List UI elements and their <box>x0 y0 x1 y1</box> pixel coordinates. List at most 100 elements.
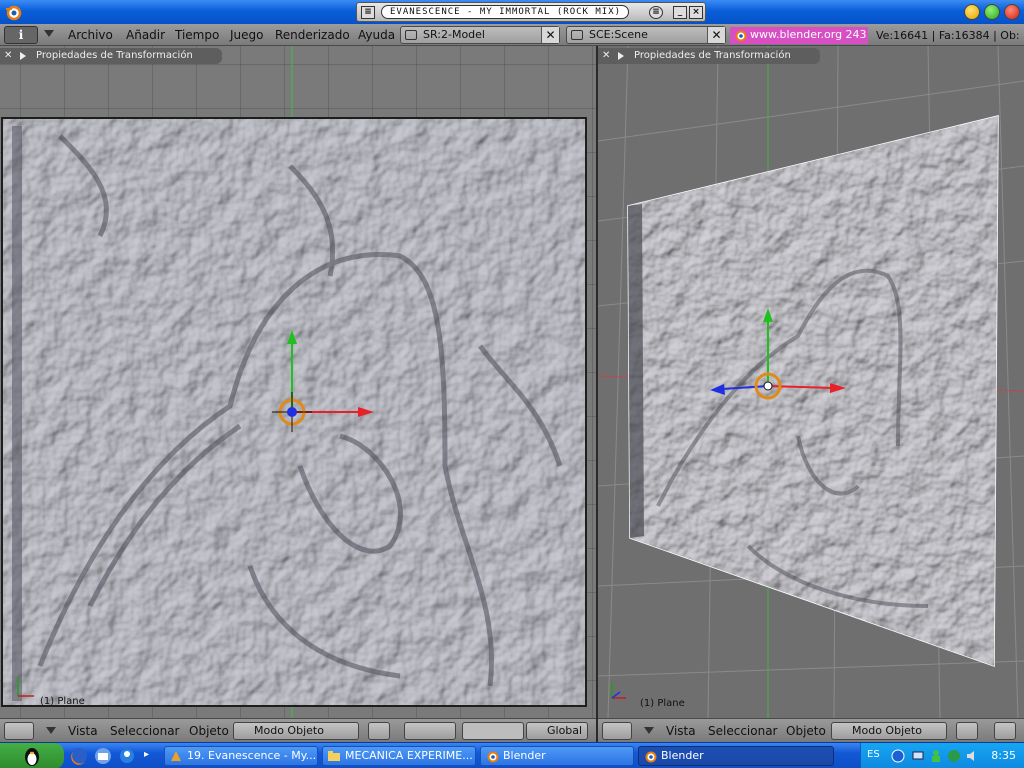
system-clock: 8:35 <box>991 749 1016 762</box>
task-folder-label: MECANICA EXPERIME... <box>345 749 473 762</box>
tux-icon <box>25 748 39 766</box>
3d-view-type-right-icon[interactable] <box>602 722 632 740</box>
scene-browse-icon[interactable] <box>571 30 583 40</box>
task-blender-2-label: Blender <box>661 749 704 762</box>
mode-selector-right-value: Modo Objeto <box>852 724 922 737</box>
scene-selector[interactable]: SCE:Scene ✕ <box>566 26 726 44</box>
winamp-icon <box>171 751 181 761</box>
messenger-icon[interactable] <box>118 747 136 765</box>
language-indicator[interactable]: ES <box>867 749 880 760</box>
blender-version-text: www.blender.org 243 <box>750 28 867 41</box>
task-folder[interactable]: MECANICA EXPERIME... <box>322 746 476 766</box>
screen-name: SR:2-Model <box>423 28 485 41</box>
network-tray-icon[interactable] <box>911 749 925 763</box>
draw-type-left-icon[interactable] <box>368 722 390 740</box>
collapse-header-left-icon[interactable] <box>46 727 56 734</box>
scene-name: SCE:Scene <box>589 28 648 41</box>
task-winamp-label: 19. Evanescence - My... <box>187 749 317 762</box>
menu-tiempo[interactable]: Tiempo <box>175 28 219 42</box>
perspective-view-canvas <box>598 46 1024 718</box>
mode-selector-right[interactable]: Modo Objeto <box>831 722 947 740</box>
close-panel-persp-icon[interactable]: ✕ <box>602 48 610 64</box>
task-blender-1[interactable]: Blender <box>480 746 634 766</box>
menu-objeto-right[interactable]: Objeto <box>786 724 826 738</box>
front-view-canvas <box>1 46 587 718</box>
quick-launch-more-icon[interactable]: ▸ <box>144 749 149 760</box>
info-window-type-icon[interactable]: i <box>4 26 38 44</box>
system-tray: ES 8:35 <box>860 743 1024 768</box>
viewport-header-right: Vista Seleccionar Objeto Modo Objeto <box>598 718 1024 742</box>
menu-objeto-left[interactable]: Objeto <box>189 724 229 738</box>
folder-icon <box>328 751 340 761</box>
transform-properties-title-persp: Propiedades de Transformación <box>634 50 791 61</box>
collapse-menu-icon[interactable] <box>44 30 54 37</box>
window-title-bar: ≡ EVANESCENCE - MY IMMORTAL (ROCK MIX) (… <box>0 0 1024 24</box>
menu-seleccionar-left[interactable]: Seleccionar <box>110 724 179 738</box>
email-client-icon[interactable] <box>94 747 112 765</box>
draw-type-right-icon[interactable] <box>956 722 978 740</box>
screen-selector[interactable]: SR:2-Model ✕ <box>400 26 560 44</box>
viewport-front[interactable]: ✕ Propiedades de Transformación (1) Plan… <box>0 46 596 718</box>
blender-screen: ≡ EVANESCENCE - MY IMMORTAL (ROCK MIX) (… <box>0 0 1024 768</box>
3d-view-type-icon[interactable] <box>4 722 34 740</box>
menu-anadir[interactable]: Añadir <box>126 28 165 42</box>
object-origin-icon <box>287 407 297 417</box>
minimize-player-icon[interactable]: _ <box>673 6 687 19</box>
expand-panel-persp-icon[interactable] <box>618 52 624 60</box>
relief-surface-perspective <box>628 116 998 666</box>
delete-screen-icon[interactable]: ✕ <box>541 27 559 43</box>
delete-scene-icon[interactable]: ✕ <box>707 27 725 43</box>
collapse-header-right-icon[interactable] <box>644 727 654 734</box>
blender-task-2-icon <box>645 751 657 763</box>
manipulator-buttons-left-icon[interactable] <box>462 722 524 740</box>
relief-left-edge <box>12 126 22 701</box>
menu-archivo[interactable]: Archivo <box>68 28 113 42</box>
expand-panel-icon[interactable] <box>20 52 26 60</box>
pivot-selector-left-icon[interactable] <box>404 722 456 740</box>
blender-mini-logo-icon <box>735 30 747 42</box>
start-button[interactable] <box>0 743 64 768</box>
transform-properties-panel-header-persp[interactable]: ✕ Propiedades de Transformación <box>598 48 820 64</box>
blender-version-badge: www.blender.org 243 <box>730 27 868 44</box>
minimize-window-icon[interactable] <box>964 4 980 20</box>
transform-properties-panel-header[interactable]: ✕ Propiedades de Transformación <box>0 48 222 64</box>
pivot-selector-right-icon[interactable] <box>994 722 1016 740</box>
info-tray-icon[interactable] <box>891 749 905 763</box>
playlist-icon[interactable]: ≡ <box>649 6 663 19</box>
blender-task-icon <box>487 751 499 763</box>
users-tray-icon[interactable] <box>929 749 943 763</box>
orientation-selector-left[interactable]: Global <box>526 722 588 740</box>
maximize-window-icon[interactable] <box>984 4 1000 20</box>
menu-vista-right[interactable]: Vista <box>666 724 696 738</box>
task-blender-2[interactable]: Blender <box>638 746 834 766</box>
close-window-icon[interactable] <box>1004 4 1020 20</box>
transform-properties-title: Propiedades de Transformación <box>36 50 193 61</box>
viewport-perspective[interactable]: ✕ Propiedades de Transformación (1) Plan… <box>598 46 1024 718</box>
blender-header: i Archivo Añadir Tiempo Juego Renderizad… <box>0 24 1024 46</box>
viewport-header-left: Vista Seleccionar Objeto Modo Objeto Glo… <box>0 718 596 742</box>
mode-selector-left-value: Modo Objeto <box>254 724 324 737</box>
media-player-widget[interactable]: ≡ EVANESCENCE - MY IMMORTAL (ROCK MIX) (… <box>356 2 706 22</box>
axis-gizmo-persp-icon <box>611 682 626 699</box>
mode-selector-left[interactable]: Modo Objeto <box>233 722 359 740</box>
system-taskbar: ▸ 19. Evanescence - My... MECANICA EXPER… <box>0 742 1024 768</box>
screen-browse-icon[interactable] <box>405 30 417 40</box>
task-blender-1-label: Blender <box>503 749 546 762</box>
close-player-icon[interactable]: × <box>689 6 703 19</box>
blender-logo-icon <box>6 5 22 21</box>
active-object-label: (1) Plane <box>40 696 85 707</box>
close-panel-icon[interactable]: ✕ <box>4 48 12 64</box>
orientation-left-value: Global <box>547 724 583 737</box>
menu-juego[interactable]: Juego <box>230 28 264 42</box>
scene-stats: Ve:16641 | Fa:16384 | Ob: <box>876 29 1020 42</box>
volume-tray-icon[interactable] <box>965 749 979 763</box>
menu-seleccionar-right[interactable]: Seleccionar <box>708 724 777 738</box>
menu-renderizado[interactable]: Renderizado <box>275 28 350 42</box>
menu-vista-left[interactable]: Vista <box>68 724 98 738</box>
media-menu-icon[interactable]: ≡ <box>361 6 375 19</box>
media-track-title: EVANESCENCE - MY IMMORTAL (ROCK MIX) (4:… <box>381 5 629 19</box>
firefox-icon[interactable] <box>70 747 88 765</box>
task-winamp[interactable]: 19. Evanescence - My... <box>164 746 318 766</box>
menu-ayuda[interactable]: Ayuda <box>358 28 395 42</box>
antivirus-tray-icon[interactable] <box>947 749 961 763</box>
